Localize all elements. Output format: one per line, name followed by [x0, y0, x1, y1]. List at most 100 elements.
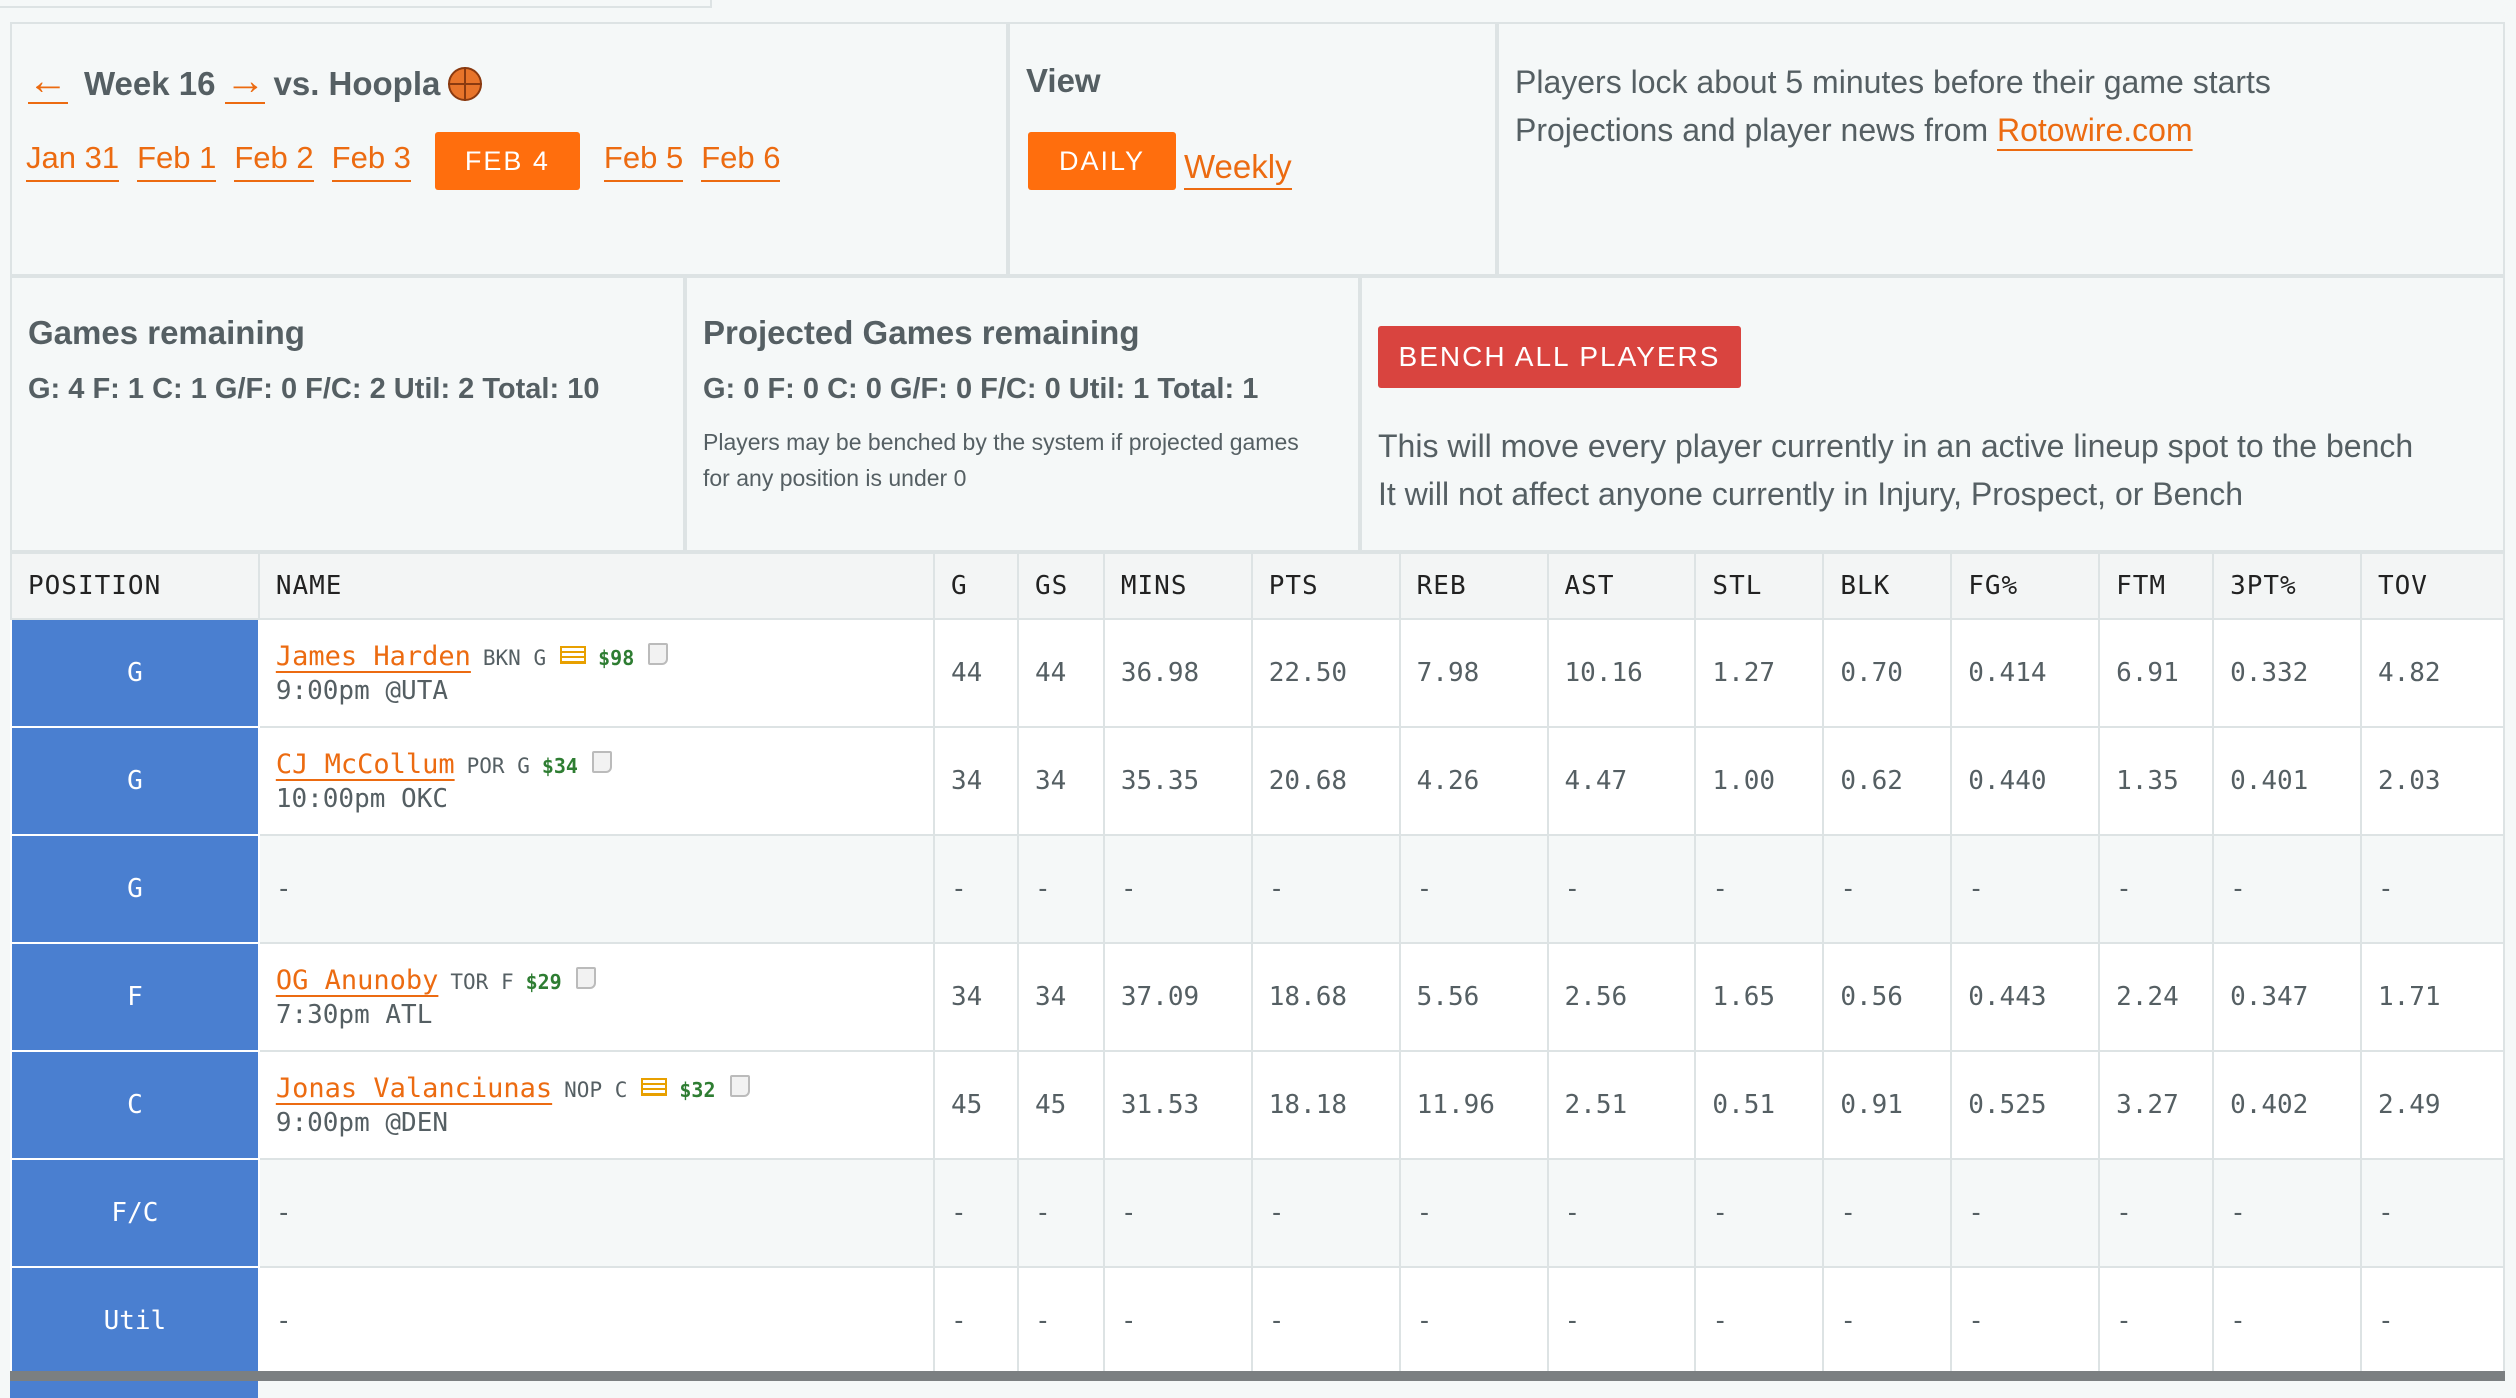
date-feb-5[interactable]: Feb 5 [603, 140, 684, 182]
player-name-line: CJ McCollum POR G $34 [276, 749, 933, 780]
col-header-position[interactable]: POSITION [10, 552, 260, 620]
stat-cell: - [933, 834, 1019, 944]
info-panel: Players lock about 5 minutes before thei… [1497, 22, 2505, 276]
stat-cell: 0.56 [1822, 942, 1953, 1052]
stat-cell: - [1546, 1266, 1697, 1376]
player-note-icon[interactable] [591, 751, 612, 773]
col-header-g[interactable]: G [933, 552, 1019, 620]
col-header-ftm[interactable]: FTM [2098, 552, 2215, 620]
col-header-reb[interactable]: REB [1398, 552, 1549, 620]
weekly-view-link[interactable]: Weekly [1184, 148, 1292, 190]
next-week-arrow[interactable]: → [225, 61, 266, 104]
rotowire-link[interactable]: Rotowire.com [1997, 112, 2193, 148]
week-header: ← Week 16 → vs. Hoopla [28, 61, 483, 104]
player-name-line: Jonas Valanciunas NOP C $32 [276, 1073, 933, 1104]
prev-week-arrow[interactable]: ← [28, 61, 68, 104]
player-name-line: James Harden BKN G $98 [276, 641, 933, 672]
stat-cell: 0.443 [1950, 942, 2101, 1052]
lock-info-text: Players lock about 5 minutes before thei… [1515, 64, 2271, 100]
stat-cell: - [1102, 1158, 1253, 1268]
player-team-position: POR G [466, 753, 530, 778]
player-news-icon[interactable] [641, 1078, 668, 1096]
player-note-icon[interactable] [729, 1075, 750, 1097]
week-panel: ← Week 16 → vs. Hoopla Jan 31 Feb 1 Feb … [10, 22, 1008, 276]
stat-cell: - [2212, 1158, 2362, 1268]
bench-info-line-2: It will not affect anyone currently in I… [1378, 476, 2244, 512]
stat-cell: 4.26 [1398, 726, 1549, 836]
col-header-ast[interactable]: AST [1546, 552, 1697, 620]
col-header-gs[interactable]: GS [1016, 552, 1105, 620]
stat-cell: 2.56 [1546, 942, 1697, 1052]
col-header-tov[interactable]: TOV [2359, 552, 2506, 620]
col-header-fg-pct[interactable]: FG% [1950, 552, 2101, 620]
col-header-pts[interactable]: PTS [1250, 552, 1401, 620]
stat-cell: 22.50 [1250, 618, 1401, 728]
table-header-row: POSITION NAME G GS MINS PTS REB AST STL … [10, 552, 2506, 620]
player-name-line: OG Anunoby TOR F $29 [276, 965, 933, 996]
position-slot[interactable]: G [10, 618, 260, 728]
stat-cell: - [1694, 834, 1825, 944]
daily-view-button[interactable]: DAILY [1028, 132, 1176, 190]
col-header-name[interactable]: NAME [257, 552, 936, 620]
stat-cell: - [1950, 1158, 2101, 1268]
player-game-time: 9:00pm @DEN [275, 1107, 448, 1138]
stat-cell: 44 [1016, 618, 1105, 728]
player-name-link[interactable]: James Harden [276, 641, 471, 672]
stat-cell: 0.525 [1950, 1050, 2101, 1160]
projected-games-note: Players may be benched by the system if … [703, 429, 1299, 491]
player-cell: James Harden BKN G $98 9:00pm @UTA [257, 618, 936, 728]
stat-cell: 3.27 [2098, 1050, 2215, 1160]
position-slot[interactable]: F/C [10, 1158, 260, 1268]
position-slot[interactable]: C [10, 1050, 260, 1160]
stat-cell: - [1102, 834, 1253, 944]
empty-slot-placeholder: - [275, 1306, 292, 1336]
date-feb-4-active[interactable]: FEB 4 [434, 132, 580, 190]
stat-cell: 1.65 [1694, 942, 1825, 1052]
stat-cell: 35.35 [1102, 726, 1253, 836]
stat-cell: 45 [1016, 1050, 1105, 1160]
horizontal-scrollbar[interactable] [10, 1371, 2505, 1381]
stat-cell: 4.82 [2359, 618, 2506, 728]
stat-cell: - [1016, 834, 1105, 944]
stat-cell: 7.98 [1398, 618, 1549, 728]
player-name-link[interactable]: OG Anunoby [276, 965, 439, 996]
player-name-link[interactable]: CJ McCollum [276, 749, 455, 780]
player-name-link[interactable]: Jonas Valanciunas [276, 1073, 552, 1104]
date-feb-1[interactable]: Feb 1 [137, 140, 217, 182]
view-toggle: DAILY Weekly [1028, 132, 1292, 190]
stat-cell: 0.70 [1822, 618, 1953, 728]
position-slot[interactable]: Util [10, 1266, 260, 1376]
stat-cell: - [1398, 1158, 1549, 1268]
player-note-icon[interactable] [575, 967, 596, 989]
stat-cell: 10.16 [1546, 618, 1697, 728]
stat-cell: 34 [933, 726, 1019, 836]
player-team-position: NOP C [564, 1077, 628, 1102]
date-feb-3[interactable]: Feb 3 [331, 140, 411, 182]
date-feb-2[interactable]: Feb 2 [234, 140, 314, 182]
player-salary: $34 [541, 753, 578, 778]
table-row: G CJ McCollum POR G $34 10:00pm OKC 34 34 35.35… [10, 726, 2506, 836]
date-jan-31[interactable]: Jan 31 [26, 140, 120, 182]
player-news-icon[interactable] [560, 646, 587, 664]
player-team-position: TOR F [450, 969, 514, 994]
date-feb-6[interactable]: Feb 6 [701, 140, 781, 182]
position-slot[interactable]: G [10, 726, 260, 836]
stat-cell: 44 [933, 618, 1019, 728]
player-note-icon[interactable] [648, 643, 669, 665]
col-header-stl[interactable]: STL [1694, 552, 1825, 620]
view-title: View [1026, 62, 1101, 99]
stat-cell: 2.03 [2359, 726, 2506, 836]
position-slot[interactable]: G [10, 834, 260, 944]
col-header-3pt-pct[interactable]: 3PT% [2212, 552, 2362, 620]
player-cell: - [257, 1266, 936, 1376]
bench-all-players-button[interactable]: BENCH ALL PLAYERS [1378, 326, 1741, 388]
stat-cell: - [1822, 1266, 1953, 1376]
col-header-blk[interactable]: BLK [1822, 552, 1953, 620]
stat-cell: 0.91 [1822, 1050, 1953, 1160]
col-header-mins[interactable]: MINS [1102, 552, 1253, 620]
table-row: Util - - - - - - - - - - - - - [10, 1266, 2506, 1376]
stat-cell: 18.18 [1250, 1050, 1401, 1160]
position-slot[interactable]: F [10, 942, 260, 1052]
stat-cell: - [1398, 834, 1549, 944]
stat-cell: - [2359, 1158, 2506, 1268]
